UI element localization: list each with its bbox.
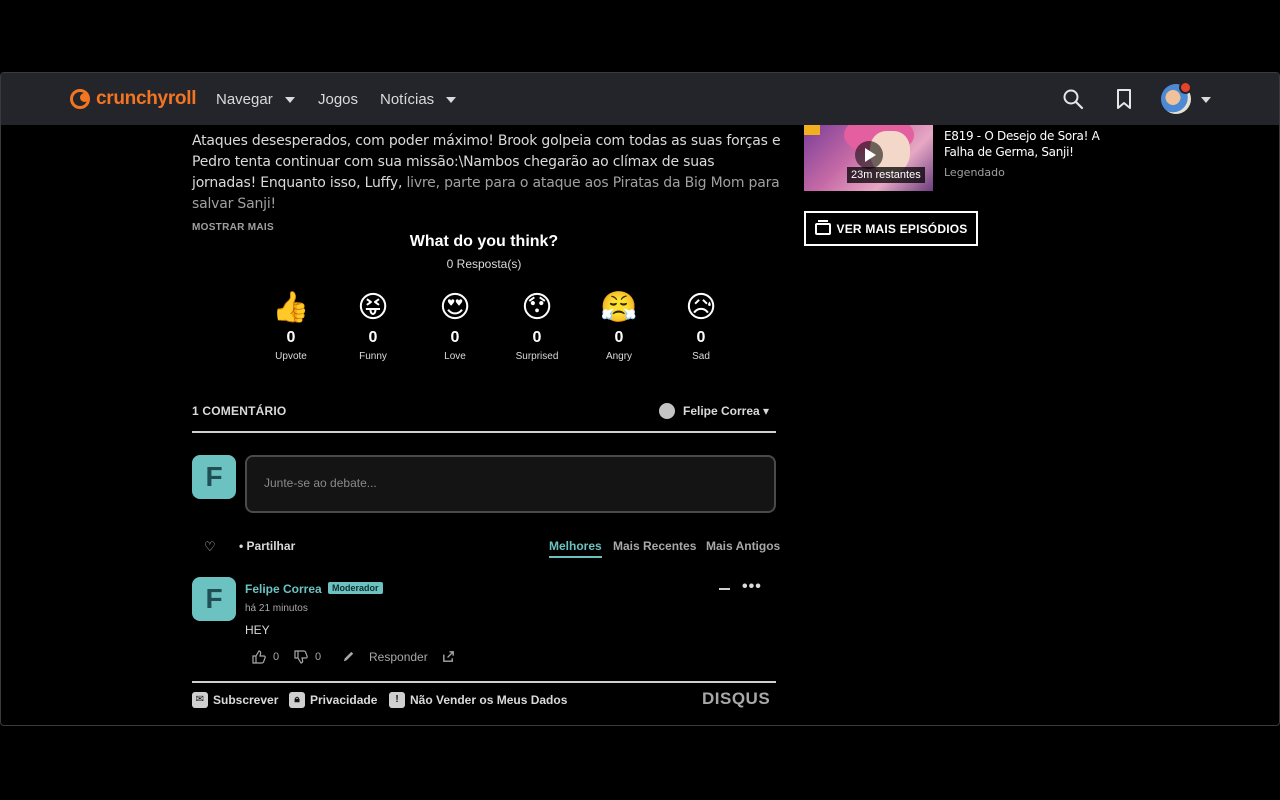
episode-title-link[interactable]: E819 - O Desejo de Sora! A Falha de Germ… [944, 128, 1104, 160]
reaction-label: Funny [359, 351, 387, 362]
moderator-badge: Moderador [328, 582, 383, 594]
reaction-funny[interactable]: 😝 0 Funny [332, 289, 414, 362]
sort-tab-best[interactable]: Melhores [549, 539, 602, 558]
nav-noticias-label: Notícias [380, 91, 435, 108]
time-remaining-badge: 23m restantes [847, 167, 925, 183]
chat-bubble-icon [659, 403, 675, 419]
comment-avatar[interactable]: F [192, 577, 236, 621]
logo-text: crunchyroll [96, 88, 197, 109]
nav-jogos[interactable]: Jogos [318, 91, 358, 108]
reaction-surprised[interactable]: 😯 0 Surprised [496, 289, 578, 362]
thumbs-up-icon [252, 650, 266, 664]
episode-language: Legendado [944, 166, 1005, 179]
do-not-sell-link[interactable]: ! Não Vender os Meus Dados [389, 692, 567, 708]
do-not-sell-label: Não Vender os Meus Dados [410, 693, 568, 707]
upvote-count: 0 [273, 651, 280, 663]
pencil-icon[interactable] [341, 649, 356, 664]
top-nav-bar: crunchyroll Navegar Jogos Notícias [1, 73, 1279, 125]
more-episodes-label: VER MAIS EPISÓDIOS [836, 221, 968, 236]
reaction-sad[interactable]: 😥 0 Sad [660, 289, 742, 362]
funny-face-icon: 😝 [357, 291, 389, 324]
bookmark-icon[interactable] [1112, 87, 1136, 111]
reaction-count: 0 [286, 329, 296, 346]
episode-description: Ataques desesperados, com poder máximo! … [192, 131, 782, 215]
chevron-down-icon[interactable] [1201, 97, 1211, 103]
privacy-link[interactable]: 🔒︎ Privacidade [289, 692, 377, 708]
share-link[interactable]: • Partilhar [239, 539, 295, 553]
sad-face-icon: 😥 [685, 291, 717, 324]
reactions-response-count: 0 Resposta(s) [446, 257, 522, 271]
reaction-label: Love [444, 351, 466, 362]
lock-icon: 🔒︎ [289, 692, 305, 708]
share-label: Partilhar [246, 539, 296, 553]
chevron-down-icon [284, 96, 295, 103]
crunchyroll-logo-icon [70, 89, 90, 109]
subscribe-link[interactable]: ✉ Subscrever [192, 692, 278, 708]
nav-jogos-label: Jogos [318, 91, 359, 108]
episodes-stack-icon [814, 219, 831, 235]
nav-navegar-label: Navegar [216, 91, 273, 108]
comment-body: HEY [245, 623, 270, 637]
disqus-user-menu[interactable]: Felipe Correa ▾ [659, 403, 769, 419]
disqus-user-name: Felipe Correa ▾ [683, 404, 770, 418]
reactions-title: What do you think? [409, 233, 559, 250]
subscribe-label: Subscrever [213, 693, 279, 707]
angry-face-icon: 😤 [600, 291, 638, 324]
downvote-button[interactable]: 0 [293, 649, 321, 665]
thumbs-up-icon: 👍 [272, 291, 310, 324]
divider [192, 681, 776, 683]
reaction-label: Upvote [275, 351, 307, 362]
reaction-label: Angry [605, 351, 633, 362]
reaction-angry[interactable]: 😤 0 Angry [578, 289, 660, 362]
notification-dot [1179, 81, 1192, 94]
reply-button[interactable]: Responder [369, 650, 428, 664]
reaction-label: Sad [692, 351, 710, 362]
upvote-button[interactable]: 0 [251, 649, 279, 665]
more-options-icon[interactable]: ••• [742, 578, 762, 596]
show-more-button[interactable]: MOSTRAR MAIS [192, 222, 274, 233]
comment-input[interactable]: Junte-se ao debate... [245, 455, 776, 513]
reaction-label: Surprised [515, 351, 559, 362]
privacy-label: Privacidade [310, 693, 378, 707]
surprised-face-icon: 😯 [521, 291, 553, 324]
comment-timestamp[interactable]: há 21 minutos [245, 603, 308, 614]
sort-tab-oldest[interactable]: Mais Antigos [706, 539, 780, 553]
nav-navegar[interactable]: Navegar [216, 91, 295, 108]
downvote-count: 0 [315, 651, 322, 663]
comment-count: 1 COMENTÁRIO [192, 404, 287, 418]
chevron-down-icon [446, 96, 457, 103]
heart-icon[interactable]: ♡ [204, 539, 216, 555]
crunchyroll-logo[interactable]: crunchyroll [70, 88, 196, 110]
collapse-icon[interactable] [719, 588, 730, 590]
reaction-upvote[interactable]: 👍 0 Upvote [250, 289, 332, 362]
share-icon[interactable] [441, 649, 456, 664]
nav-noticias[interactable]: Notícias [380, 91, 457, 108]
divider [192, 431, 776, 433]
more-episodes-button[interactable]: VER MAIS EPISÓDIOS [804, 211, 978, 246]
envelope-icon: ✉ [192, 692, 208, 708]
play-icon[interactable] [855, 141, 883, 169]
comment-author[interactable]: Felipe Correa [245, 582, 322, 596]
reaction-count: 0 [614, 329, 624, 346]
reactions-row: 👍 0 Upvote 😝 0 Funny 😍 0 Love 😯 0 Surpri… [250, 289, 742, 362]
avatar: F [192, 455, 236, 499]
reaction-count: 0 [368, 329, 378, 346]
thumbnail-art [804, 125, 820, 135]
thumbs-down-icon [294, 650, 308, 664]
disqus-logo[interactable]: DISQUS [702, 689, 770, 709]
reaction-count: 0 [696, 329, 706, 346]
reaction-count: 0 [450, 329, 460, 346]
reaction-count: 0 [532, 329, 542, 346]
browser-window: crunchyroll Navegar Jogos Notícias Ataqu… [0, 72, 1280, 726]
sort-tab-newest[interactable]: Mais Recentes [613, 539, 696, 553]
heart-eyes-icon: 😍 [439, 291, 471, 324]
reaction-love[interactable]: 😍 0 Love [414, 289, 496, 362]
warning-icon: ! [389, 692, 405, 708]
search-icon[interactable] [1061, 87, 1085, 111]
